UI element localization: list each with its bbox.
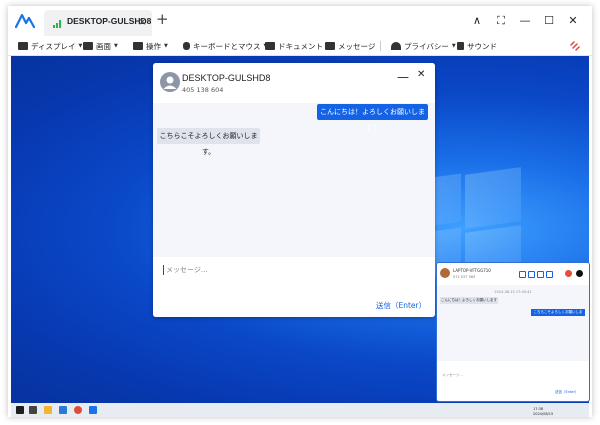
chat-message-input[interactable]: メッセージ...: [163, 265, 208, 275]
minimize-button[interactable]: —: [514, 13, 536, 29]
message-incoming: こんにちは！よろしくお願いします: [440, 297, 498, 304]
fullscreen-button[interactable]: ⛶: [490, 13, 512, 29]
mini-chat-title: LAPTOP-VFTGG710: [453, 268, 491, 273]
toolbar-privacy[interactable]: プライバシー ▼: [391, 40, 456, 52]
message-incoming: こちらこそよろしくお願いします。: [157, 128, 260, 156]
mouse-icon: [183, 42, 190, 50]
message-outgoing: こちらこそよろしくお願いします。: [531, 309, 585, 321]
signal-strength-icon: [53, 20, 61, 28]
unlink-icon[interactable]: [570, 41, 580, 51]
toolbar-operation[interactable]: 操作 ▼: [133, 40, 168, 52]
copy-icon[interactable]: [519, 271, 526, 278]
tab-remote-session[interactable]: DESKTOP-GULSHD8 ×: [44, 10, 152, 36]
mini-settings-icon[interactable]: [576, 270, 583, 277]
chat-title: DESKTOP-GULSHD8: [182, 73, 271, 83]
toolbar-sound[interactable]: サウンド: [457, 40, 497, 52]
chat-minimize-button[interactable]: —: [397, 70, 409, 84]
chat-input-area: メッセージ... 送信（Enter）: [153, 257, 435, 317]
mini-send-button[interactable]: 送信（Enter）: [555, 390, 578, 395]
taskbar-date: 2024/08/15: [533, 412, 554, 416]
folder-icon: [265, 42, 275, 50]
umbrella-icon: [391, 42, 401, 50]
message-date: 2024-08-15 17:40:41: [494, 290, 532, 294]
monitor-icon: [18, 42, 28, 50]
remote-toolbar: ディスプレイ▼ 画面▼ 操作▼ キーボードとマウス▼ ドキュメント メッセージ …: [8, 36, 592, 56]
mini-chat-body: 2024-08-15 17:40:41 こんにちは！よろしくお願いします こちら…: [437, 285, 589, 361]
send-button[interactable]: 送信（Enter）: [376, 300, 426, 311]
avatar: [160, 72, 180, 92]
new-tab-button[interactable]: +: [156, 11, 169, 27]
maximize-button[interactable]: ☐: [538, 13, 560, 29]
chat-window: DESKTOP-GULSHD8 405 138 604 — ✕ こんにちは！よろ…: [153, 63, 435, 317]
toolbar-display[interactable]: ディスプレイ ▼: [18, 40, 82, 52]
chrome-icon[interactable]: [74, 406, 82, 414]
chevron-down-icon: ▼: [451, 43, 456, 49]
start-icon[interactable]: [16, 406, 24, 414]
task-view-icon[interactable]: [29, 406, 37, 414]
copy-icon[interactable]: [546, 271, 553, 278]
speaker-muted-icon: [457, 42, 464, 50]
message-icon: [325, 42, 335, 50]
chat-close-button[interactable]: ✕: [417, 69, 425, 80]
message-outgoing: こんにちは！よろしくお願いします！: [317, 104, 428, 132]
chat-partner-id: 405 138 604: [182, 86, 224, 94]
title-bar: DESKTOP-GULSHD8 × + ∧ ⛶ — ☐ ✕: [8, 6, 592, 36]
window-controls: ∧ ⛶ — ☐ ✕: [464, 13, 584, 29]
toolbar-documents[interactable]: ドキュメント: [265, 40, 323, 52]
chat-header: DESKTOP-GULSHD8 405 138 604 — ✕: [153, 63, 435, 103]
remote-app-icon[interactable]: [89, 406, 97, 414]
toolbar-divider: [380, 41, 381, 51]
chevron-down-icon: ▼: [114, 43, 118, 49]
remote-taskbar: 17:38 2024/08/15: [11, 403, 589, 417]
collapse-toolbar-button[interactable]: ∧: [466, 13, 488, 29]
user-icon: [163, 76, 177, 89]
tab-close-icon[interactable]: ×: [138, 15, 147, 28]
avatar: [440, 268, 450, 278]
toolbar-keyboard-mouse[interactable]: キーボードとマウス▼: [183, 40, 267, 52]
explorer-icon[interactable]: [44, 406, 52, 414]
toolbar-messages[interactable]: メッセージ: [325, 40, 375, 52]
copy-icon[interactable]: [537, 271, 544, 278]
chevron-down-icon: ▼: [78, 43, 83, 49]
close-button[interactable]: ✕: [562, 13, 584, 29]
edge-icon[interactable]: [59, 406, 67, 414]
toolbar-screen[interactable]: 画面 ▼: [83, 40, 118, 52]
remote-chat-window: LAPTOP-VFTGG710 071 537 583 2024-08-15 1…: [436, 262, 590, 402]
chevron-down-icon: ▼: [164, 43, 168, 49]
taskbar-time: 17:38: [533, 407, 544, 411]
mini-chat-input[interactable]: メッセージ...: [442, 373, 463, 378]
mini-chat-id: 071 537 583: [453, 275, 476, 279]
mini-close-icon[interactable]: [565, 270, 572, 277]
app-logo-icon: [15, 13, 35, 29]
copy-icon[interactable]: [528, 271, 535, 278]
keyboard-icon: [133, 42, 143, 50]
hd-icon: [83, 42, 93, 50]
mini-chat-header: LAPTOP-VFTGG710 071 537 583: [437, 263, 589, 285]
